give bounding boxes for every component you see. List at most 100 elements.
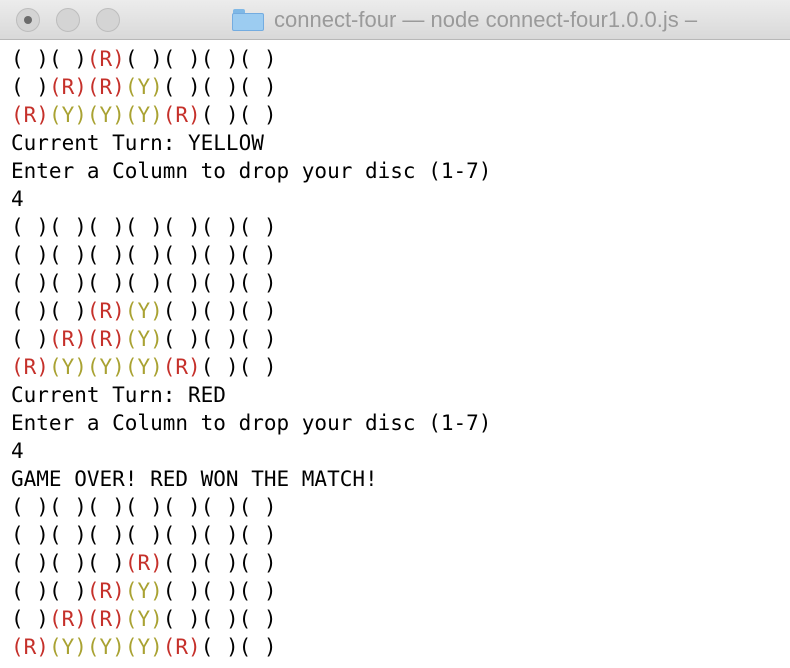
empty-slot: ( ) — [11, 299, 49, 323]
empty-slot: ( ) — [124, 215, 163, 239]
empty-slot: ( ) — [162, 215, 201, 239]
empty-slot: ( ) — [200, 327, 239, 351]
yellow-disc: (Y) — [124, 635, 163, 659]
empty-slot: ( ) — [200, 355, 239, 379]
empty-slot: ( ) — [11, 607, 49, 631]
board-row: ( )( )(R)(Y)( )( )( ) — [11, 577, 790, 605]
red-disc: (R) — [11, 635, 49, 659]
empty-slot: ( ) — [86, 243, 125, 267]
empty-slot: ( ) — [11, 75, 49, 99]
empty-slot: ( ) — [11, 495, 49, 519]
empty-slot: ( ) — [200, 75, 239, 99]
empty-slot: ( ) — [124, 243, 163, 267]
board-row: (R)(Y)(Y)(Y)(R)( )( ) — [11, 353, 790, 381]
empty-slot: ( ) — [162, 299, 201, 323]
empty-slot: ( ) — [11, 579, 49, 603]
red-disc: (R) — [124, 551, 163, 575]
empty-slot: ( ) — [48, 243, 87, 267]
empty-slot: ( ) — [11, 243, 49, 267]
empty-slot: ( ) — [238, 495, 277, 519]
empty-slot: ( ) — [124, 495, 163, 519]
red-disc: (R) — [86, 47, 125, 71]
title-bar[interactable]: connect-four — node connect-four1.0.0.js… — [0, 0, 790, 40]
empty-slot: ( ) — [86, 215, 125, 239]
empty-slot: ( ) — [48, 551, 87, 575]
yellow-disc: (Y) — [124, 579, 163, 603]
empty-slot: ( ) — [200, 607, 239, 631]
empty-slot: ( ) — [48, 523, 87, 547]
empty-slot: ( ) — [200, 299, 239, 323]
empty-slot: ( ) — [238, 299, 277, 323]
empty-slot: ( ) — [162, 495, 201, 519]
empty-slot: ( ) — [48, 271, 87, 295]
minimize-window-button[interactable] — [56, 8, 80, 32]
empty-slot: ( ) — [11, 47, 49, 71]
red-disc: (R) — [48, 327, 87, 351]
output-line: 4 — [11, 187, 24, 211]
yellow-disc: (Y) — [48, 103, 87, 127]
board-row: ( )( )(R)( )( )( )( ) — [11, 45, 790, 73]
empty-slot: ( ) — [48, 495, 87, 519]
empty-slot: ( ) — [162, 551, 201, 575]
output-line: Current Turn: RED — [11, 383, 226, 407]
yellow-disc: (Y) — [86, 355, 125, 379]
board-row: ( )( )( )( )( )( )( ) — [11, 241, 790, 269]
board-row: ( )( )( )( )( )( )( ) — [11, 521, 790, 549]
empty-slot: ( ) — [11, 551, 49, 575]
close-window-button[interactable] — [16, 8, 40, 32]
red-disc: (R) — [48, 607, 87, 631]
red-disc: (R) — [162, 103, 201, 127]
empty-slot: ( ) — [48, 299, 87, 323]
red-disc: (R) — [86, 579, 125, 603]
empty-slot: ( ) — [162, 47, 201, 71]
empty-slot: ( ) — [200, 215, 239, 239]
empty-slot: ( ) — [200, 243, 239, 267]
red-disc: (R) — [162, 355, 201, 379]
empty-slot: ( ) — [48, 579, 87, 603]
empty-slot: ( ) — [238, 271, 277, 295]
empty-slot: ( ) — [11, 523, 49, 547]
empty-slot: ( ) — [86, 523, 125, 547]
empty-slot: ( ) — [200, 271, 239, 295]
empty-slot: ( ) — [86, 495, 125, 519]
red-disc: (R) — [86, 75, 125, 99]
yellow-disc: (Y) — [124, 103, 163, 127]
empty-slot: ( ) — [200, 551, 239, 575]
board-row: (R)(Y)(Y)(Y)(R)( )( ) — [11, 633, 790, 661]
board-row: ( )(R)(R)(Y)( )( )( ) — [11, 73, 790, 101]
empty-slot: ( ) — [238, 551, 277, 575]
zoom-window-button[interactable] — [96, 8, 120, 32]
output-line: GAME OVER! RED WON THE MATCH! — [11, 467, 378, 491]
empty-slot: ( ) — [162, 75, 201, 99]
empty-slot: ( ) — [11, 271, 49, 295]
output-line: Enter a Column to drop your disc (1-7) — [11, 411, 492, 435]
empty-slot: ( ) — [11, 215, 49, 239]
red-disc: (R) — [11, 355, 49, 379]
board-row: ( )( )( )( )( )( )( ) — [11, 493, 790, 521]
empty-slot: ( ) — [238, 103, 277, 127]
empty-slot: ( ) — [48, 215, 87, 239]
empty-slot: ( ) — [238, 75, 277, 99]
empty-slot: ( ) — [238, 215, 277, 239]
yellow-disc: (Y) — [86, 103, 125, 127]
empty-slot: ( ) — [124, 523, 163, 547]
yellow-disc: (Y) — [48, 355, 87, 379]
board-row: (R)(Y)(Y)(Y)(R)( )( ) — [11, 101, 790, 129]
empty-slot: ( ) — [124, 47, 163, 71]
terminal-window: connect-four — node connect-four1.0.0.js… — [0, 0, 790, 668]
empty-slot: ( ) — [162, 271, 201, 295]
empty-slot: ( ) — [238, 523, 277, 547]
yellow-disc: (Y) — [48, 635, 87, 659]
empty-slot: ( ) — [48, 47, 87, 71]
board-row: ( )( )( )( )( )( )( ) — [11, 213, 790, 241]
empty-slot: ( ) — [200, 579, 239, 603]
yellow-disc: (Y) — [124, 327, 163, 351]
empty-slot: ( ) — [238, 579, 277, 603]
red-disc: (R) — [86, 607, 125, 631]
empty-slot: ( ) — [200, 495, 239, 519]
red-disc: (R) — [11, 103, 49, 127]
window-title-group: connect-four — node connect-four1.0.0.js… — [232, 0, 697, 39]
red-disc: (R) — [162, 635, 201, 659]
terminal-output[interactable]: ( )( )(R)( )( )( )( )( )(R)(R)(Y)( )( )(… — [11, 45, 790, 668]
empty-slot: ( ) — [162, 243, 201, 267]
